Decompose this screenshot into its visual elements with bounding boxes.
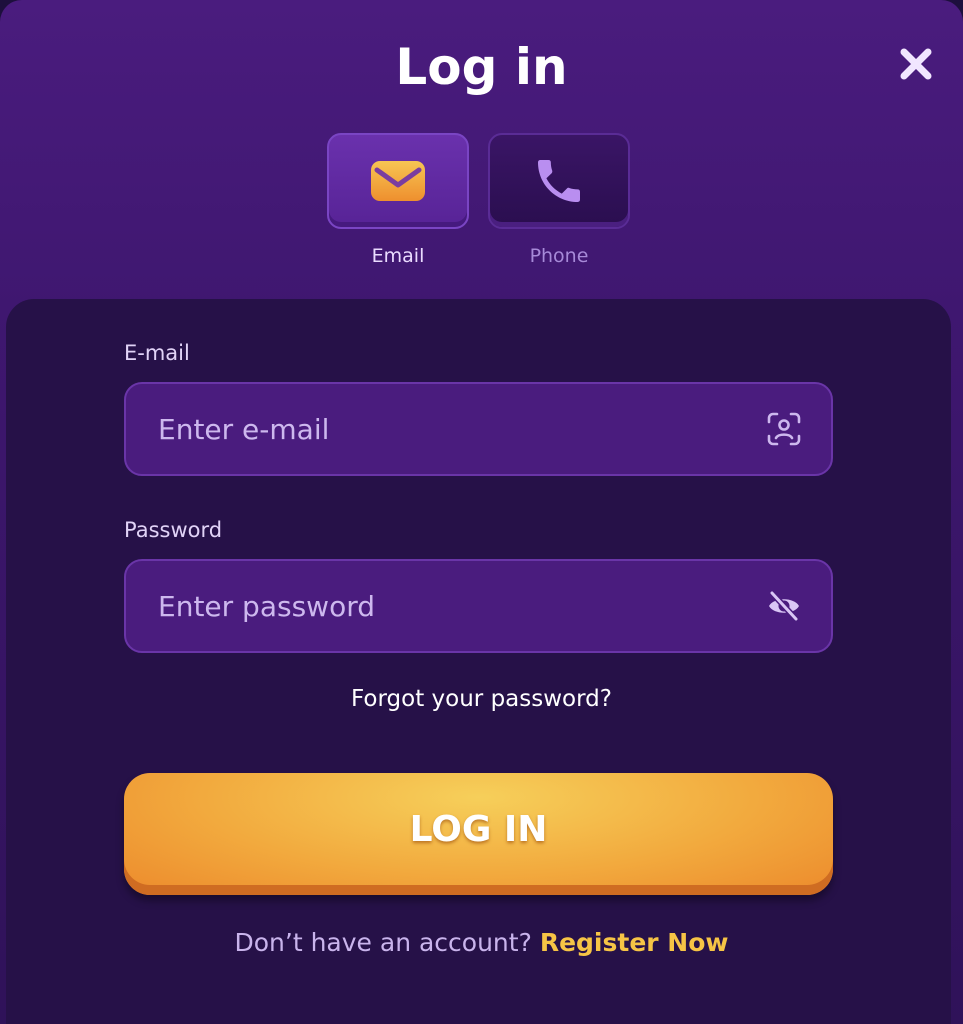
email-method-button[interactable] [327, 133, 469, 229]
password-field [124, 559, 833, 653]
password-field-label: Password [124, 518, 223, 542]
email-field [124, 382, 833, 476]
register-prompt-text: Don’t have an account? [234, 928, 532, 957]
close-icon [900, 48, 932, 80]
register-prompt-line: Don’t have an account? Register Now [0, 928, 963, 957]
phone-icon [538, 160, 580, 202]
envelope-icon [371, 161, 425, 201]
login-button-label: LOG IN [409, 808, 548, 850]
password-input[interactable] [158, 561, 748, 651]
login-button[interactable]: LOG IN [124, 773, 833, 895]
toggle-password-visibility-button[interactable] [766, 588, 802, 624]
email-input[interactable] [158, 384, 748, 474]
modal-title: Log in [395, 38, 568, 96]
close-button[interactable] [896, 44, 936, 84]
phone-method-label: Phone [529, 245, 589, 267]
phone-method-button[interactable] [488, 133, 630, 229]
email-method-label: Email [371, 245, 425, 267]
face-scan-icon [767, 412, 801, 446]
eye-off-icon [769, 590, 799, 622]
login-modal: Log in Email Phone E-mail Enter e-mail P… [0, 0, 963, 1024]
email-field-label: E-mail [124, 341, 190, 365]
register-now-link[interactable]: Register Now [540, 928, 729, 957]
face-scan-button[interactable] [766, 411, 802, 447]
forgot-password-link[interactable]: Forgot your password? [0, 686, 963, 712]
